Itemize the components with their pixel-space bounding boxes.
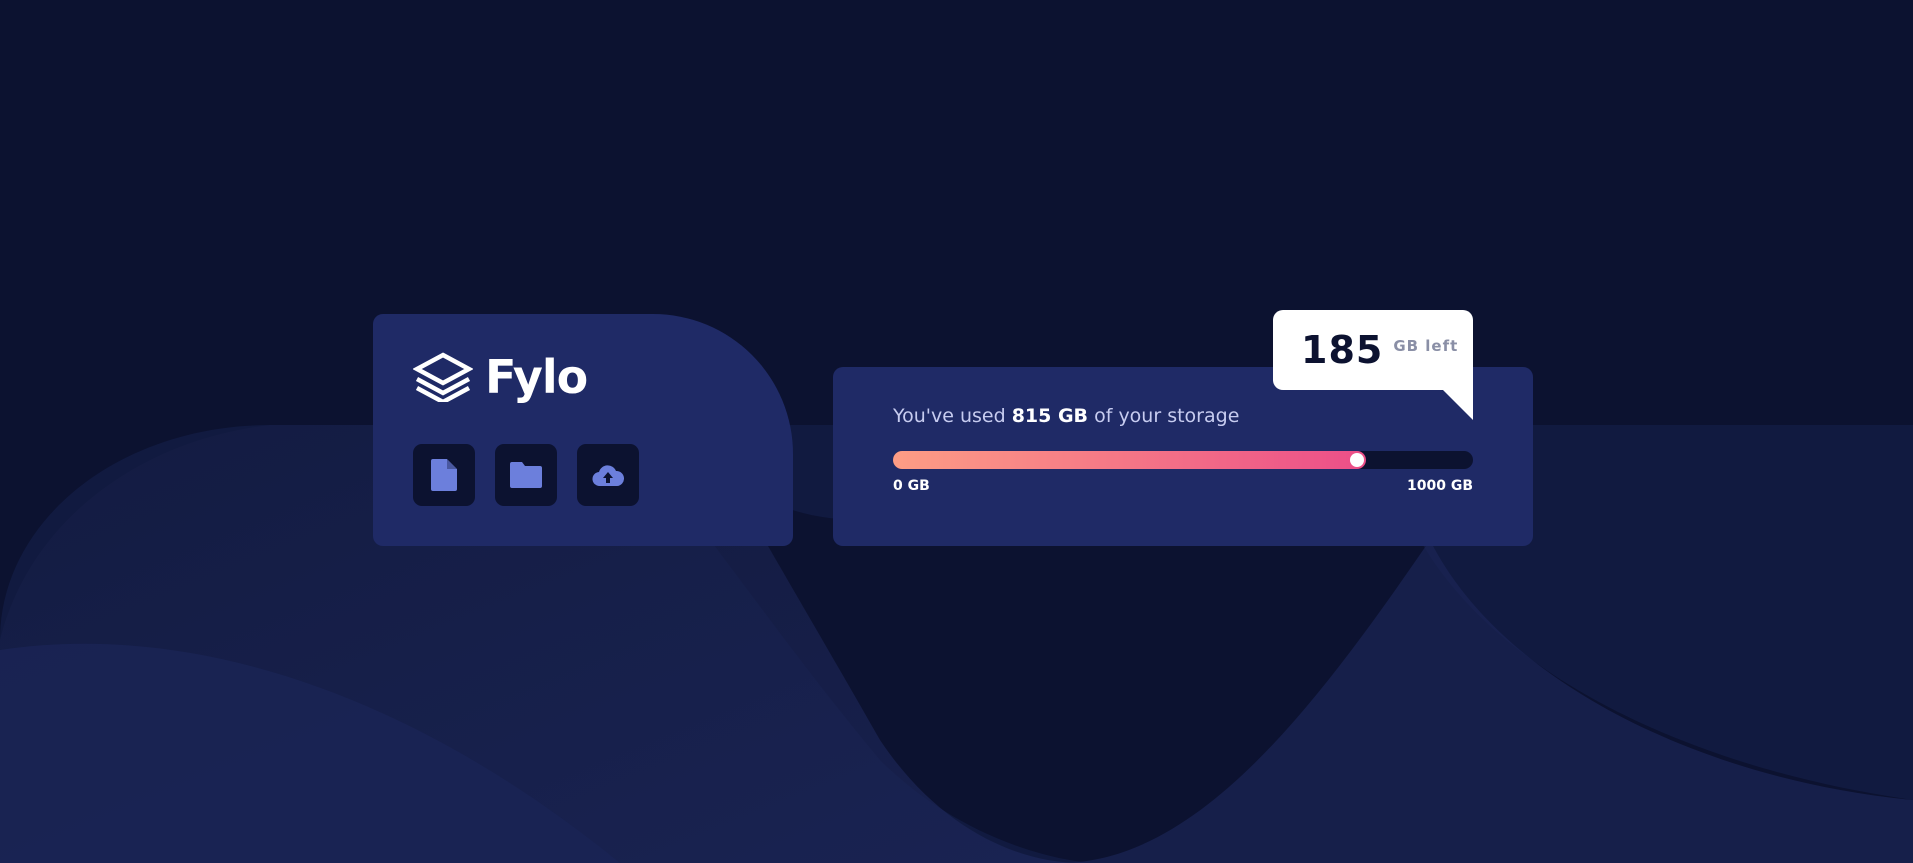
document-button[interactable] <box>413 444 475 506</box>
storage-progress-fill <box>893 451 1366 469</box>
usage-summary: You've used 815 GB of your storage <box>893 405 1239 427</box>
remaining-value: 185 <box>1301 328 1384 372</box>
storage-progress-knob <box>1350 453 1364 467</box>
range-max-label: 1000 GB <box>1406 478 1473 494</box>
usage-amount: 815 GB <box>1011 405 1089 427</box>
bubble-tail <box>1443 390 1473 420</box>
folder-icon <box>510 462 542 488</box>
usage-prefix: You've used <box>893 405 1012 427</box>
brand-card: Fylo <box>373 314 793 546</box>
storage-progress-bar <box>893 451 1473 469</box>
storage-card: You've used 815 GB of your storage 0 GB … <box>833 367 1533 546</box>
document-icon <box>431 459 457 491</box>
action-row <box>413 444 639 506</box>
remaining-bubble: 185 GB left <box>1273 310 1473 390</box>
page-stage: Fylo You've used 815 GB of your storage … <box>0 0 1913 863</box>
upload-button[interactable] <box>577 444 639 506</box>
logo: Fylo <box>413 350 588 404</box>
usage-suffix: of your storage <box>1088 405 1240 427</box>
range-min-label: 0 GB <box>893 478 930 494</box>
cloud-upload-icon <box>592 465 624 486</box>
folder-button[interactable] <box>495 444 557 506</box>
remaining-unit: GB left <box>1393 337 1459 355</box>
layers-icon <box>413 352 473 402</box>
brand-name: Fylo <box>485 350 588 404</box>
